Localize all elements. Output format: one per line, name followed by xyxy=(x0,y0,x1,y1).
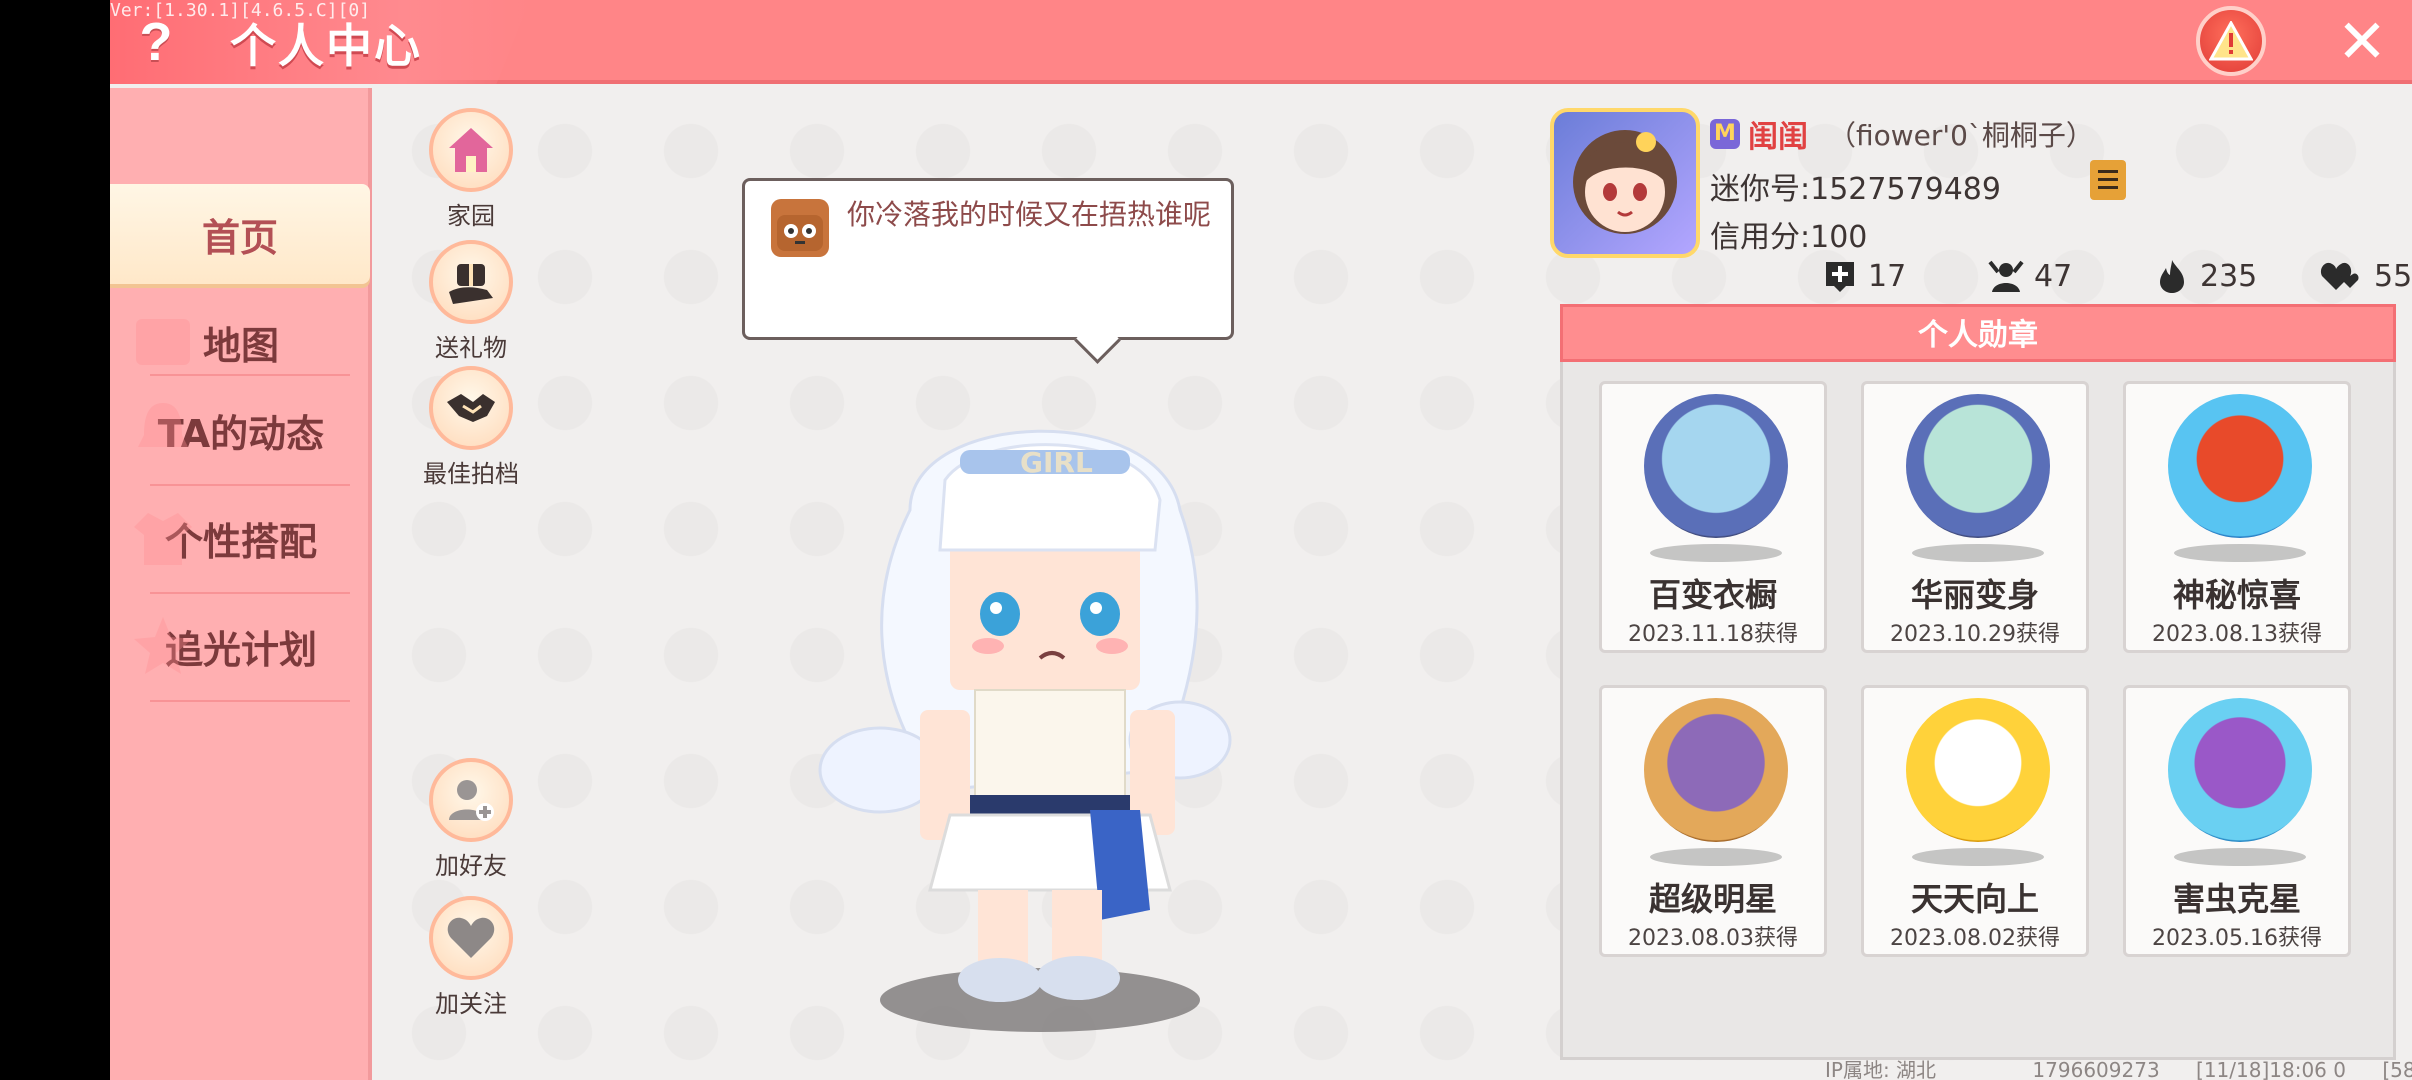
gift-hand-icon xyxy=(429,240,513,324)
bell-icon xyxy=(138,403,188,447)
user-uid: 1796609273 xyxy=(2032,1058,2160,1080)
footer-info: IP属地: 湖北 1796609273 [11/18]18:06 0 [58]1… xyxy=(1825,1054,2412,1080)
signature-text: 你冷落我的时候又在捂热谁呢 xyxy=(847,198,1212,231)
medal-card[interactable]: 天天向上 2023.08.02获得 xyxy=(1861,685,2089,957)
follow-label: 加关注 xyxy=(435,990,507,1018)
close-button[interactable]: ✕ xyxy=(2332,12,2392,72)
stat-popularity: 235 xyxy=(2154,258,2257,294)
home-label: 家园 xyxy=(447,202,495,230)
app-window: ? 个人中心 ✕ Ver:[1.30.1][4.6.5.C][0] 首页 地图 … xyxy=(110,0,2412,1080)
speech-bubble: 你冷落我的时候又在捂热谁呢 xyxy=(742,178,1234,340)
stats-row: 17 47 235 552 xyxy=(1550,258,2412,302)
medal-date: 2023.08.13获得 xyxy=(2152,622,2322,647)
post-icon xyxy=(1826,262,1854,292)
medal-name: 天天向上 xyxy=(1910,880,2039,918)
nickname-row: M 闺闺 （fiower'0`桐桐子） xyxy=(1710,112,2094,156)
stat-posts: 17 xyxy=(1822,258,1906,294)
nav-divider xyxy=(150,374,350,376)
warning-icon xyxy=(2209,21,2253,61)
player-character[interactable]: GIRL xyxy=(760,390,1410,1040)
follow-button[interactable]: 加关注 xyxy=(416,896,526,1019)
stat-likes: 552 xyxy=(2320,258,2412,294)
medal-name: 超级明星 xyxy=(1648,880,1777,918)
medal-date: 2023.05.16获得 xyxy=(2152,926,2322,951)
top-bar: ? 个人中心 ✕ xyxy=(110,0,2412,84)
gift-button[interactable]: 送礼物 xyxy=(416,240,526,363)
sidebar: 首页 地图 TA的动态 个性搭配 追光计划 xyxy=(110,88,372,1080)
medal-date: 2023.11.18获得 xyxy=(1628,622,1798,647)
fans-icon xyxy=(1988,260,2024,292)
add-user-icon xyxy=(429,758,513,842)
credit-score: 信用分:100 xyxy=(1710,220,1868,255)
report-button[interactable] xyxy=(2196,6,2266,76)
ip-location: IP属地: 湖北 xyxy=(1825,1058,1937,1080)
profile-card: M 闺闺 （fiower'0`桐桐子） 迷你号:1527579489 信用分:1… xyxy=(1550,100,2412,302)
nav-item-home[interactable]: 首页 xyxy=(110,184,370,284)
medal-date: 2023.08.03获得 xyxy=(1628,926,1798,951)
medal-card[interactable]: 超级明星 2023.08.03获得 xyxy=(1599,685,1827,957)
timestamp: [11/18]18:06 0 xyxy=(2196,1058,2346,1080)
house-icon xyxy=(429,108,513,192)
best-partner-button[interactable]: 最佳拍档 xyxy=(416,366,526,489)
vip-badge-icon: M xyxy=(1710,119,1740,149)
mascot-icon xyxy=(771,199,829,257)
nav-divider xyxy=(150,700,350,702)
nav-item-outfit[interactable]: 个性搭配 xyxy=(110,488,372,588)
medal-wardrobe-icon xyxy=(1644,394,1788,538)
medal-name: 百变衣橱 xyxy=(1648,576,1777,614)
medal-card[interactable]: 华丽变身 2023.10.29获得 xyxy=(1861,381,2089,653)
medal-card[interactable]: 害虫克星 2023.05.16获得 xyxy=(2123,685,2351,957)
medal-transform-icon xyxy=(1906,394,2050,538)
nav-item-light-plan[interactable]: 追光计划 xyxy=(110,596,372,696)
shirt-icon xyxy=(134,513,192,565)
version-text: Ver:[1.30.1][4.6.5.C][0] xyxy=(110,0,371,21)
fire-icon xyxy=(2160,260,2184,293)
medal-panel: 个人勋章 百变衣橱 2023.11.18获得 华丽变身 2023.10.29获得… xyxy=(1560,304,2396,1060)
nav-item-label: 地图 xyxy=(202,323,279,368)
medal-superstar-icon xyxy=(1644,698,1788,842)
medal-card[interactable]: 神秘惊喜 2023.08.13获得 xyxy=(2123,381,2351,653)
medal-date: 2023.10.29获得 xyxy=(1890,622,2060,647)
medal-name: 害虫克星 xyxy=(2172,880,2301,918)
medal-date: 2023.08.02获得 xyxy=(1890,926,2060,951)
medal-panel-header: 个人勋章 xyxy=(1560,304,2396,362)
nav-item-map[interactable]: 地图 xyxy=(110,292,372,392)
nav-divider xyxy=(150,484,350,486)
build-version: [58]1.30.1 xyxy=(2382,1058,2412,1080)
hearts-icon xyxy=(2320,262,2359,290)
stat-fans: 47 xyxy=(1988,258,2072,294)
medal-name: 华丽变身 xyxy=(1910,576,2039,614)
medal-surprise-icon xyxy=(2168,394,2312,538)
map-icon xyxy=(136,319,190,365)
medal-pest-buster-icon xyxy=(2168,698,2312,842)
nav-divider xyxy=(150,592,350,594)
home-button[interactable]: 家园 xyxy=(416,108,526,231)
star-icon xyxy=(134,617,192,674)
medal-name: 神秘惊喜 xyxy=(2172,576,2301,614)
best-partner-label: 最佳拍档 xyxy=(423,460,519,488)
gift-label: 送礼物 xyxy=(435,334,507,362)
nav-item-dynamics[interactable]: TA的动态 xyxy=(110,380,372,480)
original-name: （fiower'0`桐桐子） xyxy=(1828,119,2094,152)
avatar[interactable] xyxy=(1550,108,1700,258)
handshake-icon xyxy=(429,366,513,450)
copy-icon[interactable] xyxy=(2090,160,2126,200)
nickname: 闺闺 xyxy=(1748,120,1808,155)
nav-item-label: 首页 xyxy=(201,215,278,260)
add-friend-label: 加好友 xyxy=(435,852,507,880)
medal-grid[interactable]: 百变衣橱 2023.11.18获得 华丽变身 2023.10.29获得 神秘惊喜… xyxy=(1599,381,2363,1021)
heart-icon xyxy=(429,896,513,980)
add-friend-button[interactable]: 加好友 xyxy=(416,758,526,881)
help-icon[interactable]: ? xyxy=(128,14,184,70)
medal-card[interactable]: 百变衣橱 2023.11.18获得 xyxy=(1599,381,1827,653)
medal-daily-progress-icon xyxy=(1906,698,2050,842)
svg-text:GIRL: GIRL xyxy=(1020,446,1093,479)
mini-id: 迷你号:1527579489 xyxy=(1710,172,2001,207)
